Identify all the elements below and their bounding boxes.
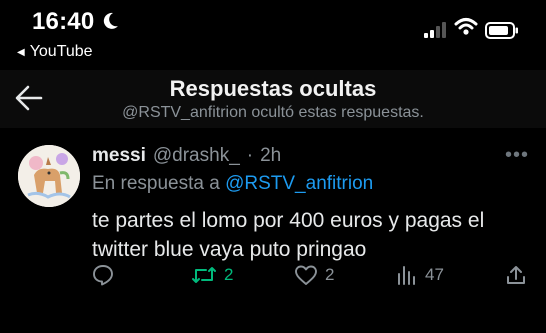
- signal-icon: [424, 22, 446, 43]
- avatar[interactable]: [18, 145, 80, 207]
- views-button[interactable]: 47: [396, 264, 444, 286]
- more-options-icon[interactable]: •••: [505, 144, 529, 167]
- moon-icon: [101, 11, 119, 36]
- heart-icon: [294, 264, 318, 286]
- views-chart-icon: [396, 264, 418, 286]
- share-icon: [505, 264, 527, 286]
- author-handle[interactable]: @drashk_: [153, 145, 240, 167]
- tweet[interactable]: messi @drashk_ · 2h ••• En respuesta a @…: [0, 128, 546, 333]
- back-app-label: YouTube: [29, 43, 93, 60]
- like-button[interactable]: 2: [294, 264, 334, 286]
- battery-icon: [485, 22, 519, 44]
- views-count: 47: [425, 265, 444, 284]
- tweet-author-line: messi @drashk_ · 2h: [92, 145, 281, 167]
- reply-context: En respuesta a @RSTV_anfitrion: [92, 173, 373, 195]
- reply-icon: [92, 264, 114, 286]
- tweet-actions: 2 2 47: [0, 264, 546, 294]
- status-bar: 16:40 ◀ YouTube: [0, 0, 546, 70]
- retweet-button[interactable]: 2: [191, 264, 233, 286]
- retweet-count: 2: [224, 265, 234, 284]
- page-header: Respuestas ocultas @RSTV_anfitrion ocult…: [0, 70, 546, 128]
- like-count: 2: [325, 265, 335, 284]
- author-name[interactable]: messi: [92, 145, 146, 167]
- reply-mention-link[interactable]: @RSTV_anfitrion: [225, 173, 373, 194]
- back-triangle-icon: ◀: [17, 46, 25, 58]
- share-button[interactable]: [505, 264, 527, 286]
- separator-dot: ·: [246, 145, 254, 166]
- retweet-icon: [191, 264, 217, 286]
- page-title: Respuestas ocultas: [169, 76, 377, 101]
- status-time: 16:40: [32, 8, 95, 35]
- tweet-age: 2h: [260, 145, 282, 166]
- page-subtitle: @RSTV_anfitrion ocultó estas respuestas.: [122, 104, 424, 121]
- back-to-app-button[interactable]: ◀ YouTube: [17, 43, 93, 61]
- reply-prefix: En respuesta a: [92, 173, 220, 194]
- reply-button[interactable]: [92, 264, 121, 286]
- wifi-icon: [454, 16, 478, 41]
- tweet-text: te partes el lomo por 400 euros y pagas …: [92, 209, 485, 261]
